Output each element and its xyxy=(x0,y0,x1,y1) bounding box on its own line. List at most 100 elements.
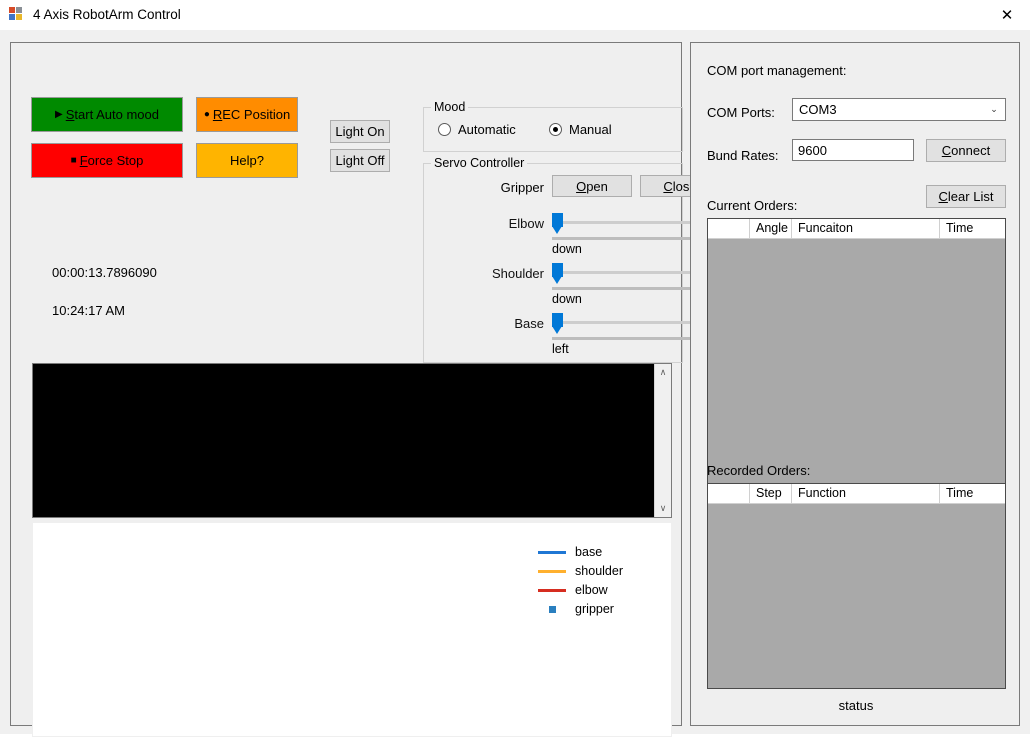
app-window-icon xyxy=(9,7,25,23)
stop-icon: ■ xyxy=(71,156,77,166)
radio-automatic-indicator xyxy=(438,123,451,136)
control-panel: ▶ Start Auto mood ● REC Position ■ Force… xyxy=(10,42,682,726)
current-orders-col-function[interactable]: Funcaiton xyxy=(792,219,940,238)
recorded-orders-col-time[interactable]: Time xyxy=(940,484,1005,503)
gripper-open-mnemonic: O xyxy=(576,179,586,194)
bund-rates-input[interactable]: 9600 xyxy=(792,139,914,161)
recorded-orders-col-step[interactable]: Step xyxy=(750,484,792,503)
legend-item-gripper: gripper xyxy=(537,602,623,616)
com-management-header: COM port management: xyxy=(707,63,846,78)
current-orders-body[interactable] xyxy=(708,239,1005,485)
current-orders-col-angle[interactable]: Angle xyxy=(750,219,792,238)
clear-list-button[interactable]: Clear List xyxy=(926,185,1006,208)
com-management-panel: COM port management: COM Ports: COM3 ⌄ B… xyxy=(690,42,1020,726)
base-slider-row: Base left right 0 xyxy=(424,310,684,362)
connect-button[interactable]: Connect xyxy=(926,139,1006,162)
status-label: status xyxy=(691,698,1021,713)
legend-line-icon-elbow xyxy=(537,589,567,592)
recorded-orders-label: Recorded Orders: xyxy=(707,463,810,478)
radio-manual-indicator xyxy=(549,123,562,136)
legend-label-base: base xyxy=(575,545,602,559)
chevron-down-icon[interactable]: ⌄ xyxy=(983,104,1005,115)
com-ports-label: COM Ports: xyxy=(707,105,775,120)
console-text[interactable] xyxy=(33,364,654,517)
gripper-close-mnemonic: C xyxy=(663,179,672,194)
radio-automatic-label: Automatic xyxy=(458,122,516,137)
window-client-area: ▶ Start Auto mood ● REC Position ■ Force… xyxy=(0,30,1030,734)
legend-label-elbow: elbow xyxy=(575,583,608,597)
clear-list-mnemonic: C xyxy=(939,189,948,204)
legend-item-shoulder: shoulder xyxy=(537,564,623,578)
play-icon: ▶ xyxy=(55,110,63,120)
gripper-open-button[interactable]: Open xyxy=(552,175,632,197)
gripper-label: Gripper xyxy=(424,180,544,195)
bund-rates-label: Bund Rates: xyxy=(707,148,779,163)
force-stop-mnemonic: F xyxy=(80,153,88,168)
start-auto-mood-mnemonic: S xyxy=(66,107,75,122)
help-button[interactable]: Help? xyxy=(196,143,298,178)
radio-manual-label: Manual xyxy=(569,122,612,137)
current-orders-label: Current Orders: xyxy=(707,198,797,213)
rec-position-mnemonic: R xyxy=(213,107,222,122)
base-label: Base xyxy=(424,316,544,331)
close-icon[interactable]: ✕ xyxy=(984,0,1030,30)
recorded-orders-col-function[interactable]: Function xyxy=(792,484,940,503)
elbow-slider-thumb[interactable] xyxy=(552,213,563,235)
force-stop-button[interactable]: ■ Force Stop xyxy=(31,143,183,178)
recorded-orders-header-row: Step Function Time xyxy=(708,484,1005,504)
record-icon: ● xyxy=(204,110,210,120)
servo-controller-groupbox: Servo Controller Gripper Open Close Elbo… xyxy=(423,163,683,363)
legend-item-elbow: elbow xyxy=(537,583,623,597)
recorded-orders-body[interactable] xyxy=(708,504,1005,688)
clear-list-label: lear List xyxy=(948,189,994,204)
window-title: 4 Axis RobotArm Control xyxy=(33,7,181,22)
current-orders-col-time[interactable]: Time xyxy=(940,219,1005,238)
force-stop-label: orce Stop xyxy=(88,153,144,168)
servo-controller-groupbox-title: Servo Controller xyxy=(431,156,527,170)
console-output[interactable]: ∧ ∨ xyxy=(32,363,672,518)
chart-legend: base shoulder elbow gripper xyxy=(537,545,623,616)
light-off-button[interactable]: Light Off xyxy=(330,149,390,172)
rec-position-label: EC Position xyxy=(222,107,290,122)
legend-line-icon-shoulder xyxy=(537,570,567,573)
servo-chart[interactable]: base shoulder elbow gripper xyxy=(32,522,672,737)
elbow-min-label: down xyxy=(552,242,582,256)
console-scrollbar[interactable]: ∧ ∨ xyxy=(654,364,671,517)
shoulder-slider-thumb[interactable] xyxy=(552,263,563,285)
recorded-orders-grid[interactable]: Step Function Time xyxy=(707,483,1006,689)
com-ports-select[interactable]: COM3 ⌄ xyxy=(792,98,1006,121)
legend-line-icon-base xyxy=(537,551,567,554)
radio-automatic[interactable]: Automatic xyxy=(438,122,516,137)
current-orders-col-0[interactable] xyxy=(708,219,750,238)
gripper-open-label: pen xyxy=(586,179,608,194)
base-min-label: left xyxy=(552,342,569,356)
legend-square-icon-gripper xyxy=(537,606,567,613)
com-ports-value: COM3 xyxy=(793,102,983,117)
connect-mnemonic: C xyxy=(942,143,951,158)
connect-label: onnect xyxy=(951,143,990,158)
radio-manual[interactable]: Manual xyxy=(549,122,612,137)
current-orders-grid[interactable]: Angle Funcaiton Time xyxy=(707,218,1006,486)
shoulder-slider-row: Shoulder down up 0 xyxy=(424,260,684,312)
window-titlebar: 4 Axis RobotArm Control ✕ xyxy=(0,0,1030,30)
rec-position-button[interactable]: ● REC Position xyxy=(196,97,298,132)
legend-label-gripper: gripper xyxy=(575,602,614,616)
shoulder-min-label: down xyxy=(552,292,582,306)
legend-label-shoulder: shoulder xyxy=(575,564,623,578)
shoulder-label: Shoulder xyxy=(424,266,544,281)
light-on-button[interactable]: Light On xyxy=(330,120,390,143)
start-auto-mood-button[interactable]: ▶ Start Auto mood xyxy=(31,97,183,132)
legend-item-base: base xyxy=(537,545,623,559)
elbow-label: Elbow xyxy=(424,216,544,231)
recorded-orders-col-0[interactable] xyxy=(708,484,750,503)
elbow-slider-row: Elbow down up 0 xyxy=(424,210,684,262)
start-auto-mood-label: tart Auto mood xyxy=(74,107,159,122)
scroll-up-icon[interactable]: ∧ xyxy=(660,364,667,381)
mood-groupbox: Mood Automatic Manual xyxy=(423,107,683,152)
current-orders-header-row: Angle Funcaiton Time xyxy=(708,219,1005,239)
scroll-down-icon[interactable]: ∨ xyxy=(660,500,667,517)
mood-groupbox-title: Mood xyxy=(431,100,468,114)
base-slider-thumb[interactable] xyxy=(552,313,563,335)
elapsed-time-label: 00:00:13.7896090 xyxy=(52,265,157,280)
clock-time-label: 10:24:17 AM xyxy=(52,303,125,318)
